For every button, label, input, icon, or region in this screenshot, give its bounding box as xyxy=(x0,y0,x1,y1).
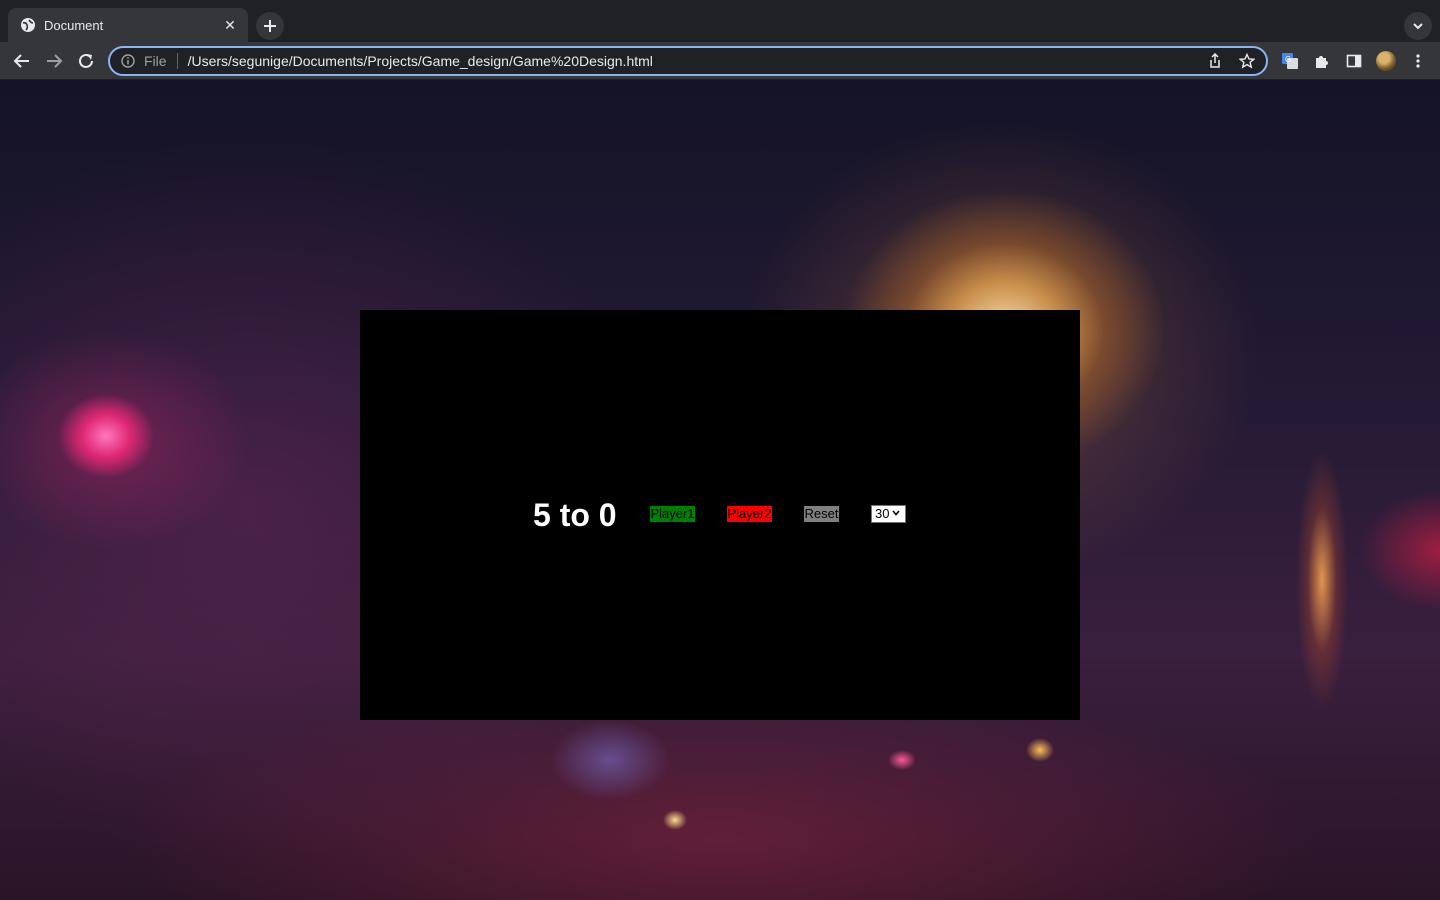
side-panel-icon[interactable] xyxy=(1342,49,1366,73)
arrow-left-icon xyxy=(13,54,29,68)
game-panel: 5 to 0 Player1 Player2 Reset 30 xyxy=(360,310,1080,720)
url-text[interactable]: /Users/segunige/Documents/Projects/Game_… xyxy=(188,53,1202,69)
info-icon[interactable] xyxy=(120,53,136,69)
share-icon[interactable] xyxy=(1202,49,1228,73)
chevron-down-icon xyxy=(1413,23,1423,30)
back-button[interactable] xyxy=(8,47,36,75)
forward-button[interactable] xyxy=(40,47,68,75)
tab-search-button[interactable] xyxy=(1404,12,1432,40)
url-scheme-label: File xyxy=(144,53,167,69)
globe-icon xyxy=(20,17,36,33)
address-bar[interactable]: File /Users/segunige/Documents/Projects/… xyxy=(108,46,1268,76)
chevron-down-icon xyxy=(892,506,901,522)
profile-avatar[interactable] xyxy=(1374,49,1398,73)
close-tab-icon[interactable]: ✕ xyxy=(222,17,238,34)
tab-title: Document xyxy=(44,17,104,33)
arrow-right-icon xyxy=(47,54,63,68)
score-display: 5 to 0 xyxy=(533,497,617,533)
reload-button[interactable] xyxy=(72,47,100,75)
url-divider xyxy=(176,53,178,69)
reload-icon xyxy=(79,53,93,68)
extensions-puzzle-icon[interactable] xyxy=(1310,49,1334,73)
winning-score-value: 30 xyxy=(875,506,890,521)
page-background: 5 to 0 Player1 Player2 Reset 30 xyxy=(0,80,1440,900)
browser-tab[interactable]: Document ✕ xyxy=(8,8,248,42)
new-tab-button[interactable] xyxy=(256,12,284,40)
player2-button[interactable]: Player2 xyxy=(727,506,772,522)
winning-score-select[interactable]: 30 xyxy=(871,505,906,523)
translate-extension-icon[interactable]: G xyxy=(1278,49,1302,73)
player1-button[interactable]: Player1 xyxy=(650,506,695,522)
tab-strip: Document ✕ xyxy=(0,0,1440,42)
svg-text:G: G xyxy=(1285,55,1291,64)
bookmark-star-icon[interactable] xyxy=(1234,49,1260,73)
plus-icon xyxy=(264,20,276,32)
browser-toolbar: File /Users/segunige/Documents/Projects/… xyxy=(0,42,1440,80)
reset-button[interactable]: Reset xyxy=(804,506,839,522)
menu-kebab-icon[interactable] xyxy=(1406,49,1430,73)
